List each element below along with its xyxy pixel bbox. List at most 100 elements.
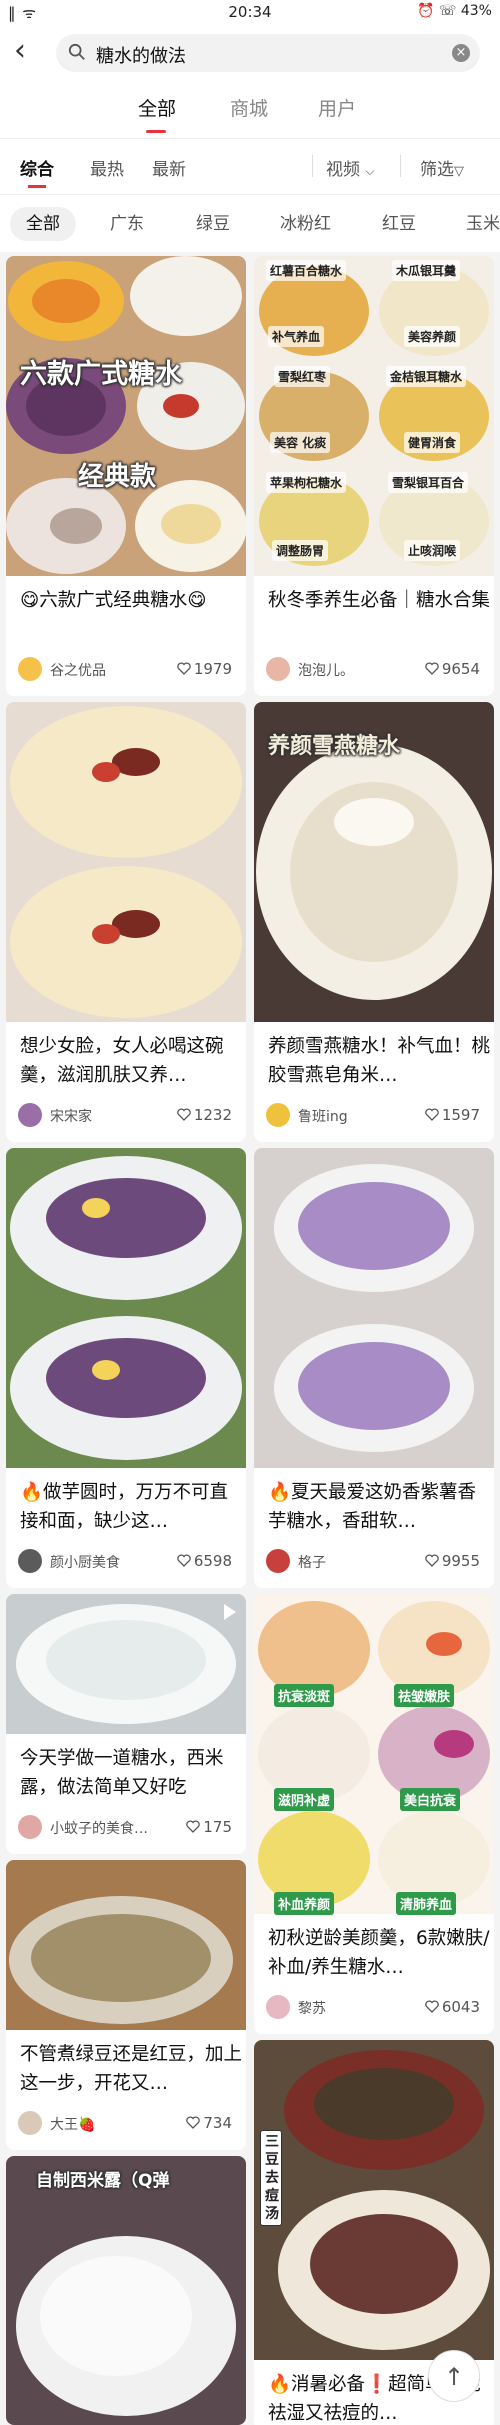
recipe-image xyxy=(6,1148,246,1468)
like-count[interactable]: 734 xyxy=(186,2114,232,2132)
recipe-image xyxy=(6,256,246,576)
like-value: 1597 xyxy=(441,1106,480,1124)
recipe-image xyxy=(6,702,246,1022)
like-count[interactable]: 175 xyxy=(186,1818,232,1836)
like-count[interactable]: 9955 xyxy=(425,1552,480,1570)
sort-indicator xyxy=(28,185,46,188)
card-title: 今天学做一道糖水，西米露，做法简单又好吃 xyxy=(20,1748,224,1798)
sort-comprehensive[interactable]: 综合 xyxy=(20,155,54,180)
recipe-card[interactable]: 想少女脸，女人必喝这碗羹，滋润肌肤又养… 宋宋家 1232 xyxy=(6,702,246,1142)
like-count[interactable]: 1979 xyxy=(177,660,232,678)
recipe-card[interactable]: 养颜雪燕糖水 养颜雪燕糖水！补气血！桃胶雪燕皂角米… 鲁班ing 1597 xyxy=(254,702,494,1142)
recipe-card[interactable]: 六款广式糖水 经典款 😋六款广式经典糖水😋 谷之优品 1979 xyxy=(6,256,246,696)
image-label: 祛皱嫩肤 xyxy=(394,1684,455,1707)
heart-icon xyxy=(177,1108,191,1121)
divider xyxy=(400,155,401,177)
image-label: 补血养颜 xyxy=(274,1892,335,1915)
like-value: 9654 xyxy=(441,660,480,678)
heart-icon xyxy=(425,2000,439,2013)
video-filter[interactable]: 视频 ⌵ xyxy=(326,155,375,180)
search-icon xyxy=(68,43,85,60)
image-label: 木瓜银耳羹 xyxy=(392,260,461,281)
image-label: 调整肠胃 xyxy=(272,540,329,561)
like-value: 6598 xyxy=(193,1552,232,1570)
recipe-card[interactable]: 今天学做一道糖水，西米露，做法简单又好吃 小蚊子的美食… 175 xyxy=(6,1594,246,1854)
image-label: 美容 化痰 xyxy=(270,432,331,453)
recipe-card[interactable]: 🔥夏天最爱这奶香紫薯香芋糖水，香甜软… 格子 9955 xyxy=(254,1148,494,1588)
chip-corn[interactable]: 玉米 xyxy=(466,207,500,241)
image-caption: 六款广式糖水 xyxy=(20,359,182,390)
search-query: 糖水的做法 xyxy=(96,46,186,67)
like-count[interactable]: 9654 xyxy=(425,660,480,678)
like-count[interactable]: 1597 xyxy=(425,1106,480,1124)
like-count[interactable]: 1232 xyxy=(177,1106,232,1124)
card-title: 🔥做芋圆时，万万不可直接和面，缺少这… xyxy=(20,1482,229,1532)
heart-icon xyxy=(186,1820,201,1833)
chip-bingfen[interactable]: 冰粉红 xyxy=(280,207,331,241)
image-label: 美白抗衰 xyxy=(400,1788,461,1811)
chip-mung-bean[interactable]: 绿豆 xyxy=(196,207,230,241)
author-name: 颜小厨美食 xyxy=(50,1555,120,1571)
card-title: 初秋逆龄美颜羹，6款嫩肤/补血/养生糖水… xyxy=(268,1928,490,1978)
author-name: 鲁班ing xyxy=(298,1109,348,1125)
image-label: 红薯百合糖水 xyxy=(266,260,347,281)
recipe-card[interactable]: 自制西米露（Q弹 xyxy=(6,2156,246,2425)
like-value: 175 xyxy=(203,1818,232,1836)
back-arrow-icon[interactable]: ‹ xyxy=(14,36,26,66)
like-value: 734 xyxy=(203,2114,232,2132)
divider xyxy=(312,155,313,177)
tab-all[interactable]: 全部 xyxy=(138,94,176,121)
image-label: 抗衰淡斑 xyxy=(274,1684,335,1707)
recipe-image xyxy=(254,256,494,576)
recipe-card[interactable]: 🔥做芋圆时，万万不可直接和面，缺少这… 颜小厨美食 6598 xyxy=(6,1148,246,1588)
recipe-image xyxy=(254,1148,494,1468)
like-value: 6043 xyxy=(441,1998,480,2016)
author-name: 谷之优品 xyxy=(50,663,106,679)
image-label: 金桔银耳糖水 xyxy=(386,366,467,387)
image-label: 滋阴补虚 xyxy=(274,1788,335,1811)
sort-bar: 综合 最热 最新 视频 ⌵ 筛选▽ xyxy=(0,138,500,194)
recipe-card[interactable]: 红薯百合糖水 木瓜银耳羹 补气养血 美容养颜 雪梨红枣 金桔银耳糖水 美容 化痰… xyxy=(254,256,494,696)
search-input[interactable]: 糖水的做法 × xyxy=(56,34,480,72)
image-label: 雪梨银耳百合 xyxy=(388,472,469,493)
avatar xyxy=(18,657,42,681)
card-title: 😋六款广式经典糖水😋 xyxy=(20,590,207,611)
image-label: 三豆去痘汤 xyxy=(260,2130,282,2226)
result-tabs: 全部 商城 用户 xyxy=(0,80,500,138)
active-tab-indicator xyxy=(146,130,166,133)
recipe-card[interactable]: 抗衰淡斑 祛皱嫩肤 滋阴补虚 美白抗衰 补血养颜 清肺养血 初秋逆龄美颜羹，6款… xyxy=(254,1594,494,2034)
image-caption: 养颜雪燕糖水 xyxy=(268,734,401,759)
filter-button[interactable]: 筛选▽ xyxy=(420,155,464,180)
tab-users[interactable]: 用户 xyxy=(318,94,356,121)
arrow-up-icon: ↑ xyxy=(443,2363,465,2391)
filter-label: 筛选 xyxy=(420,160,454,180)
recipe-card[interactable]: 不管煮绿豆还是红豆，加上这一步，开花又… 大王🍓 734 xyxy=(6,1860,246,2150)
like-count[interactable]: 6043 xyxy=(425,1998,480,2016)
card-title: 养颜雪燕糖水！补气血！桃胶雪燕皂角米… xyxy=(268,1036,490,1086)
author-name: 小蚊子的美食… xyxy=(50,1821,148,1837)
sort-newest[interactable]: 最新 xyxy=(152,155,186,180)
chip-red-bean[interactable]: 红豆 xyxy=(382,207,416,241)
image-label: 苹果枸杞糖水 xyxy=(266,472,347,493)
recipe-image xyxy=(6,1594,246,1734)
author-name: 宋宋家 xyxy=(50,1109,92,1125)
author-name: 泡泡儿。 xyxy=(298,663,354,679)
image-label: 健胃消食 xyxy=(404,432,461,453)
author-name: 格子 xyxy=(298,1555,326,1571)
tab-mall[interactable]: 商城 xyxy=(230,94,268,121)
chevron-down-icon: ⌵ xyxy=(365,164,375,178)
heart-icon xyxy=(186,2116,201,2129)
chip-guangdong[interactable]: 广东 xyxy=(110,207,144,241)
card-title: 想少女脸，女人必喝这碗羹，滋润肌肤又养… xyxy=(20,1036,224,1086)
sort-hottest[interactable]: 最热 xyxy=(90,155,124,180)
scroll-top-button[interactable]: ↑ xyxy=(428,2350,480,2402)
heart-icon xyxy=(425,1108,439,1121)
heart-icon xyxy=(177,662,191,675)
avatar xyxy=(266,1995,290,2019)
chip-all[interactable]: 全部 xyxy=(10,207,76,241)
like-count[interactable]: 6598 xyxy=(177,1552,232,1570)
clear-icon[interactable]: × xyxy=(452,44,470,62)
image-label: 止咳润喉 xyxy=(404,540,461,561)
app-root: ‖ ᯤ 20:34 ⏰ ☏ 43% ‹ 糖水的做法 × 全部 商城 用户 综合 … xyxy=(0,0,500,2425)
author-name: 大王🍓 xyxy=(50,2117,96,2133)
